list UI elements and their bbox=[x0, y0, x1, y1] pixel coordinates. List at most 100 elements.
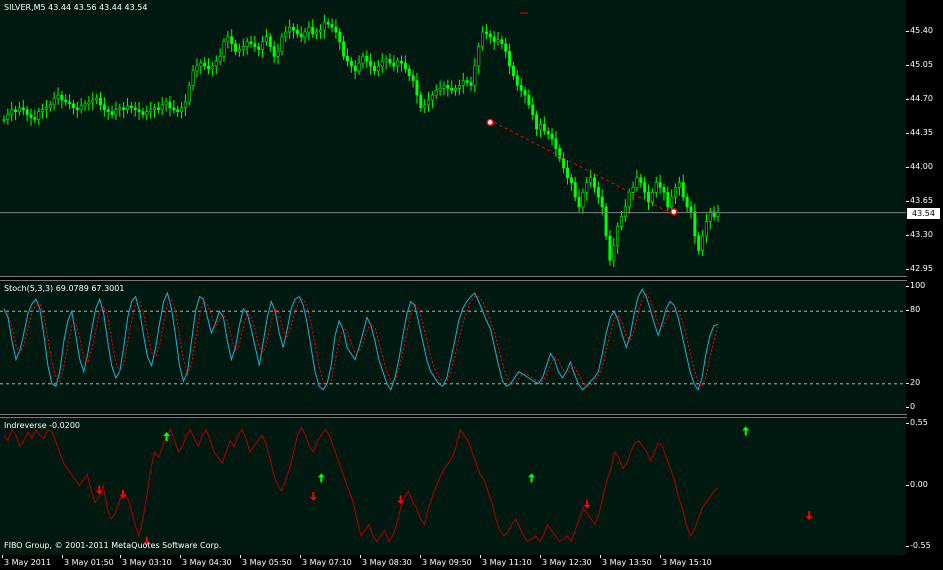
candle-body bbox=[677, 182, 681, 188]
time-axis-label: 3 May 15:10 bbox=[660, 555, 712, 567]
candle-body bbox=[527, 94, 531, 106]
time-axis-label: 3 May 2011 bbox=[1, 555, 52, 567]
time-axis-label: 3 May 11:10 bbox=[480, 555, 532, 567]
candle-body bbox=[60, 94, 64, 101]
candle-body bbox=[210, 65, 214, 70]
candle-body bbox=[218, 55, 222, 62]
candle-body bbox=[102, 104, 106, 111]
candle-body bbox=[411, 75, 415, 81]
candle-body bbox=[83, 103, 87, 107]
candle-body bbox=[569, 177, 573, 183]
candle-body bbox=[546, 130, 550, 135]
candle-body bbox=[488, 33, 492, 38]
candle-body bbox=[716, 212, 720, 217]
candle-body bbox=[291, 26, 295, 31]
candle-body bbox=[118, 107, 122, 111]
candle-body bbox=[183, 101, 187, 109]
price-axis-tick: 44.00 bbox=[906, 162, 933, 171]
candle-body bbox=[25, 109, 29, 115]
candle-body bbox=[573, 182, 577, 198]
candle-body bbox=[554, 138, 558, 149]
price-axis-tick: 44.35 bbox=[906, 128, 933, 137]
candle-body bbox=[353, 65, 357, 72]
stochastic-axis-tick: 20 bbox=[905, 377, 921, 387]
candle-body bbox=[276, 51, 280, 57]
candle-body bbox=[280, 36, 284, 52]
time-axis-label: 3 May 09:50 bbox=[420, 555, 472, 567]
candle-body bbox=[361, 55, 365, 64]
candle-body bbox=[253, 43, 257, 47]
candle-body bbox=[465, 80, 469, 83]
candle-body bbox=[230, 36, 234, 44]
candle-body bbox=[37, 111, 41, 120]
candle-body bbox=[635, 177, 639, 188]
candle-body bbox=[369, 60, 373, 67]
stochastic-axis-tick: 100 bbox=[905, 281, 926, 290]
candle-body bbox=[392, 62, 396, 67]
candle-body bbox=[585, 182, 589, 193]
candle-body bbox=[222, 41, 226, 57]
sell-arrow-icon bbox=[309, 492, 317, 502]
candle-body bbox=[207, 65, 211, 70]
candle-body bbox=[407, 68, 411, 77]
candle-body bbox=[565, 167, 569, 179]
current-price-badge: 43.54 bbox=[907, 207, 940, 219]
price-pane-title: SILVER,M5 43.44 43.56 43.44 43.54 bbox=[4, 3, 148, 12]
candle-body bbox=[477, 46, 481, 67]
sell-arrow-icon bbox=[583, 499, 591, 509]
stochastic-chart bbox=[0, 288, 906, 391]
price-chart-pane[interactable]: SILVER,M5 43.44 43.56 43.44 43.54 bbox=[0, 0, 907, 277]
candle-body bbox=[438, 88, 442, 91]
candle-body bbox=[68, 101, 72, 105]
candle-body bbox=[535, 114, 539, 130]
indreverse-pane[interactable]: Indreverse -0.0200 bbox=[0, 417, 907, 556]
candle-body bbox=[334, 26, 338, 33]
candle-body bbox=[473, 65, 477, 86]
stochastic-axis-tick: 80 bbox=[905, 305, 921, 315]
candle-body bbox=[454, 88, 458, 91]
candle-body bbox=[160, 104, 164, 111]
candle-body bbox=[469, 82, 473, 86]
candle-body bbox=[261, 41, 265, 50]
candle-body bbox=[249, 41, 253, 44]
candle-body bbox=[647, 191, 651, 203]
candle-body bbox=[52, 97, 56, 106]
stochastic-pane[interactable]: Stoch(5,3,3) 69.0789 67.3001 bbox=[0, 280, 907, 415]
candle-body bbox=[48, 104, 52, 109]
candle-body bbox=[388, 58, 392, 64]
candle-body bbox=[268, 36, 272, 47]
candle-body bbox=[627, 191, 631, 208]
candle-body bbox=[180, 107, 184, 112]
indreverse-axis-tick: 0.00 bbox=[906, 479, 928, 489]
candle-body bbox=[6, 114, 10, 120]
candle-body bbox=[234, 43, 238, 52]
candle-body bbox=[589, 177, 593, 183]
candle-body bbox=[195, 65, 199, 72]
candle-body bbox=[21, 107, 25, 111]
candle-body bbox=[106, 109, 110, 112]
candle-body bbox=[357, 62, 361, 72]
price-chart bbox=[0, 12, 906, 268]
price-axis-tick: 43.30 bbox=[906, 230, 933, 239]
candle-body bbox=[685, 196, 689, 208]
stochastic-axis: 100 80 20 0 bbox=[905, 281, 943, 414]
candle-body bbox=[693, 211, 697, 237]
indreverse-axis-tick: -0.55 bbox=[906, 541, 931, 550]
candle-body bbox=[41, 109, 45, 112]
candle-body bbox=[681, 182, 685, 198]
candle-body bbox=[434, 89, 438, 96]
buy-arrow-icon bbox=[528, 473, 536, 483]
candle-body bbox=[272, 46, 276, 57]
candle-body bbox=[658, 182, 662, 188]
candle-body bbox=[114, 109, 118, 115]
candle-body bbox=[446, 85, 450, 89]
price-axis-tick: 42.95 bbox=[906, 264, 933, 273]
candle-body bbox=[284, 31, 288, 38]
candle-body bbox=[191, 70, 195, 86]
candle-body bbox=[639, 177, 643, 183]
candle-body bbox=[384, 58, 388, 62]
time-axis-label: 3 May 07:10 bbox=[300, 555, 352, 567]
candle-body bbox=[427, 99, 431, 106]
candle-body bbox=[33, 117, 37, 120]
candle-body bbox=[704, 221, 708, 237]
